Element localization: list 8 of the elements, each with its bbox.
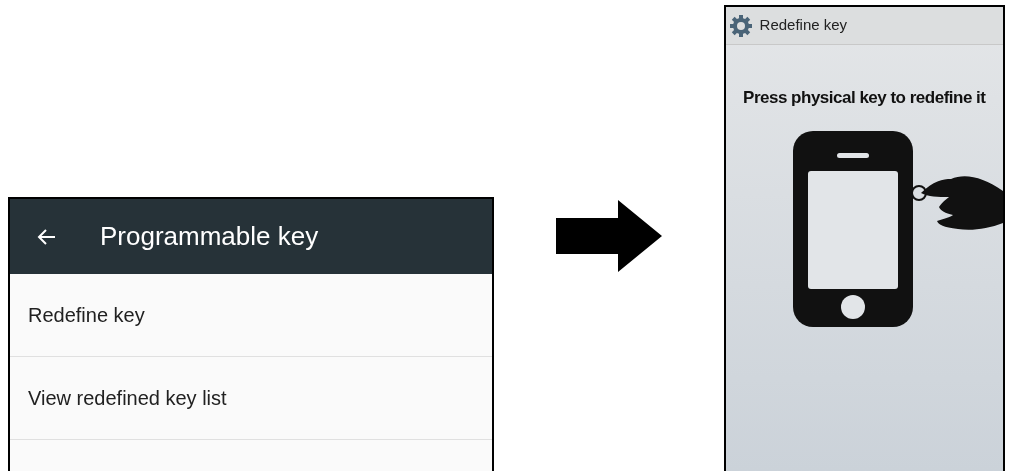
gear-icon: [729, 14, 752, 37]
menu-item[interactable]: View redefined key list: [10, 357, 493, 440]
back-arrow-icon[interactable]: [36, 227, 56, 246]
screen-title: Redefine key: [759, 15, 848, 36]
right-arrow-icon: [555, 199, 662, 272]
menu-item[interactable]: Redefine key: [10, 274, 493, 357]
screen-title: Programmable key: [100, 220, 319, 253]
instruction-text: Press physical key to redefine it: [742, 87, 987, 109]
